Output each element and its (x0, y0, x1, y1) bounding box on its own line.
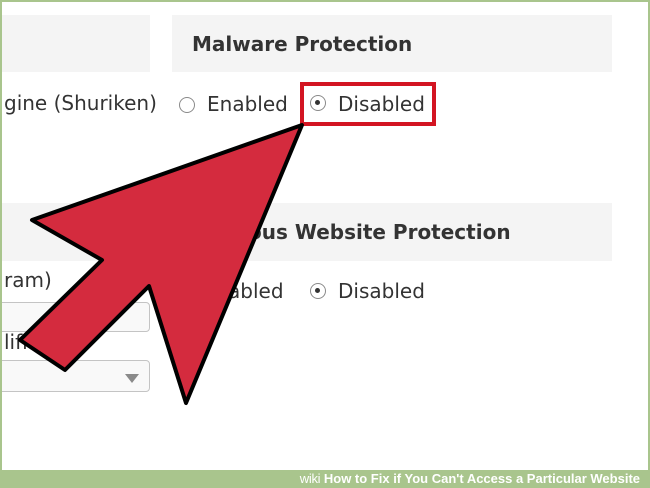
footer-caption: wiki How to Fix if You Can't Access a Pa… (300, 471, 640, 486)
footer-banner: wiki How to Fix if You Can't Access a Pa… (0, 470, 650, 488)
arrow-shape (18, 123, 304, 405)
settings-panel: Malware Protection gine (Shuriken) Enabl… (2, 2, 648, 470)
pointer-arrow (18, 123, 304, 405)
wiki-logo-text: wiki (299, 471, 321, 486)
footer-how-text: How to Fix if You Can't Access a Particu… (323, 471, 640, 486)
